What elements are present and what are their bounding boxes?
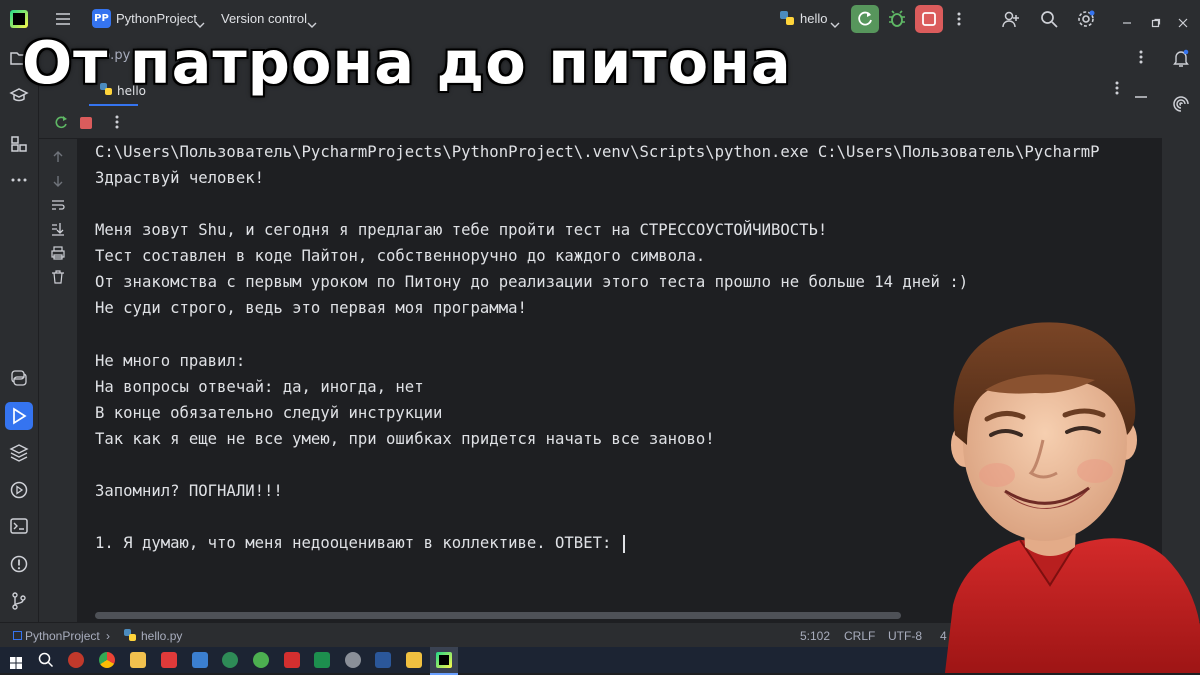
taskbar-app-icon[interactable] [68,652,84,668]
more-vertical-icon[interactable] [113,114,121,134]
taskbar-app-icon[interactable] [314,652,330,668]
windows-start-icon[interactable] [10,654,22,673]
terminal-icon[interactable] [9,516,29,536]
taskbar-search-icon[interactable] [38,652,54,672]
console-line: Меня зовут Shu, и сегодня я предлагаю те… [95,221,828,239]
horizontal-scrollbar[interactable] [95,612,901,619]
breadcrumb-file[interactable]: hello.py [141,629,182,643]
more-vertical-icon[interactable] [1113,80,1121,100]
breadcrumb-project[interactable]: PythonProject [25,629,100,643]
run-config-selector[interactable]: hello [800,11,827,26]
console-line: На вопросы отвечай: да, иногда, нет [95,378,424,396]
services-icon[interactable] [9,480,29,500]
console-line: От знакомства с первым уроком по Питону … [95,273,969,291]
project-icon [13,631,22,640]
python-console-icon[interactable] [9,368,29,388]
structure-icon[interactable] [9,134,29,154]
file-explorer-icon[interactable] [130,652,146,668]
console-line: Так как я еще не все умею, при ошибках п… [95,430,715,448]
minimize-icon[interactable] [1122,12,1132,31]
console-line: Запомнил? ПОГНАЛИ!!! [95,482,283,500]
rerun-button[interactable] [851,5,879,33]
settings-gear-icon[interactable] [1077,10,1095,32]
console-line: Тест составлен в коде Пайтон, собственно… [95,247,706,265]
console-line: C:\Users\Пользователь\PycharmProjects\Py… [95,143,1100,161]
breadcrumb-separator-icon: › [106,629,110,643]
taskbar-app-icon[interactable] [345,652,361,668]
text-caret [622,534,625,553]
pycharm-logo-icon[interactable] [10,10,28,28]
taskbar-app-icon[interactable] [284,652,300,668]
line-separator[interactable]: CRLF [844,629,875,643]
run-tool-icon[interactable] [5,402,33,430]
search-icon[interactable] [1040,10,1058,32]
chrome-icon[interactable] [99,652,115,668]
python-file-icon [123,628,137,645]
console-line: Здраствуй человек! [95,169,264,187]
caret-position[interactable]: 5:102 [800,629,830,643]
run-toolbar [39,106,1162,139]
mail-calendar-icon[interactable] [192,652,208,668]
word-icon[interactable] [375,652,391,668]
print-icon[interactable] [51,245,65,264]
taskbar-app-icon[interactable] [222,652,238,668]
layers-icon[interactable] [9,442,29,462]
file-encoding[interactable]: UTF-8 [888,629,922,643]
problems-icon[interactable] [9,554,29,574]
taskbar-app-icon[interactable] [161,652,177,668]
project-badge[interactable]: PP [92,9,111,28]
debug-bug-icon[interactable] [883,5,911,33]
ai-assistant-icon[interactable] [1171,94,1191,114]
version-control-menu[interactable]: Version control [221,11,307,26]
restore-icon[interactable] [1151,13,1161,32]
add-user-icon[interactable] [1002,10,1020,32]
more-horizontal-icon[interactable] [9,170,29,190]
pycharm-taskbar-icon[interactable] [430,647,458,675]
soft-wrap-icon[interactable] [51,197,65,216]
console-prompt-line[interactable]: 1. Я думаю, что меня недооценивают в кол… [95,534,625,553]
trash-icon[interactable] [51,269,65,288]
overlay-title: От патрона до питона [22,28,792,97]
hide-panel-icon[interactable] [1134,84,1148,103]
console-prompt-text: 1. Я думаю, что меня недооценивают в кол… [95,534,621,552]
left-tool-strip [0,38,39,622]
rerun-icon[interactable] [53,114,69,134]
scroll-down-icon[interactable] [51,173,65,192]
git-branch-icon[interactable] [9,591,29,611]
scroll-up-icon[interactable] [51,149,65,168]
main-menu-icon[interactable] [55,11,71,27]
console-gutter [39,139,77,622]
scroll-to-end-icon[interactable] [51,221,65,240]
chevron-down-icon [830,14,840,33]
notifications-bell-icon[interactable] [1171,48,1191,68]
more-vertical-icon[interactable] [955,11,963,31]
taskbar-app-icon[interactable] [253,652,269,668]
stop-icon[interactable] [79,115,93,134]
close-icon[interactable] [1178,13,1188,32]
stop-button[interactable] [915,5,943,33]
console-line: В конце обязательно следуй инструкции [95,404,443,422]
console-line: Не много правил: [95,352,246,370]
more-vertical-icon[interactable] [1137,49,1145,69]
smiling-boy-image [945,322,1200,673]
console-line: Не суди строго, ведь это первая моя прог… [95,299,527,317]
project-name[interactable]: PythonProject [116,11,197,26]
taskbar-app-icon[interactable] [406,652,422,668]
python-icon [779,10,795,26]
